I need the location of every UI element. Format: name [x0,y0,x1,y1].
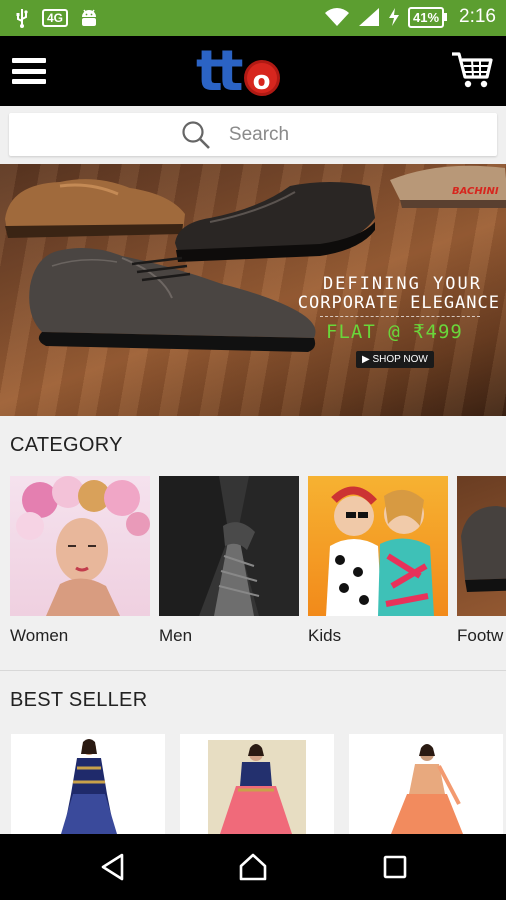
usb-icon [16,9,28,28]
best-seller-product[interactable] [180,734,334,834]
banner-divider [320,316,480,317]
clock: 2:16 [459,6,496,27]
system-nav-bar [0,834,506,900]
best-seller-title: BEST SELLER [10,689,148,711]
search-input[interactable]: Search [9,113,497,156]
banner-headline-1: DEFINING YOUR [322,274,482,294]
logo-letter-t-second: t [216,39,244,104]
black-shoe-main-image [29,248,316,352]
logo-letter-t: t [196,39,223,104]
promo-banner[interactable]: BACHINI DEFINING YOUR CORPORATE ELEGANCE… [0,164,506,416]
menu-icon[interactable] [12,58,46,84]
status-bar: 4G 41% 2:16 [0,0,506,36]
system-indicators: 41% 2:16 [324,6,496,28]
tto-logo[interactable]: t t o [196,42,280,100]
category-label: Footw [457,626,504,645]
back-icon[interactable] [98,852,128,882]
notification-icons: 4G [14,8,98,28]
shop-now-button[interactable]: ▶ SHOP NOW [356,351,434,368]
banner-offer: FLAT @ ₹499 [326,321,463,343]
category-kids[interactable]: Kids [308,476,448,646]
category-label: Men [159,626,193,645]
footwear-image [457,476,506,616]
logo-letter-o: o [243,60,280,96]
category-list: Women Men Kids Footw [10,476,506,646]
signal-icon [358,8,379,26]
banner-headline-2: CORPORATE ELEGANCE [297,293,500,313]
best-seller-product[interactable] [349,734,503,834]
android-icon [82,9,97,26]
wifi-icon [324,8,349,26]
app-bar: t t o [0,36,506,106]
recents-icon[interactable] [380,852,410,882]
best-seller-list [0,734,506,834]
search-placeholder: Search [228,123,290,145]
battery-tip [444,13,448,21]
product-image [208,740,306,834]
battery-level: 41% [407,6,445,28]
women-image [10,476,150,616]
men-image [159,476,299,616]
category-label: Women [10,626,69,645]
category-label: Kids [308,626,342,645]
best-seller-product[interactable] [11,734,165,834]
tan-shoe-image [5,179,185,238]
charging-icon [388,8,399,26]
category-women[interactable]: Women [10,476,150,646]
search-icon [182,120,210,149]
kids-image [308,476,448,616]
product-image [61,739,117,834]
shop-now-label: SHOP NOW [372,354,428,365]
category-title: CATEGORY [10,434,123,456]
product-image [391,744,463,834]
category-men[interactable]: Men [159,476,299,646]
battery-indicator: 41% [407,6,448,28]
brand-logo: BACHINI [452,186,499,197]
search-area: Search [0,106,506,164]
home-icon[interactable] [238,852,268,882]
category-footwear[interactable]: Footw [457,476,506,646]
sim-icon: 4G [42,9,69,27]
cart-icon[interactable] [450,50,494,90]
section-divider [0,670,506,671]
